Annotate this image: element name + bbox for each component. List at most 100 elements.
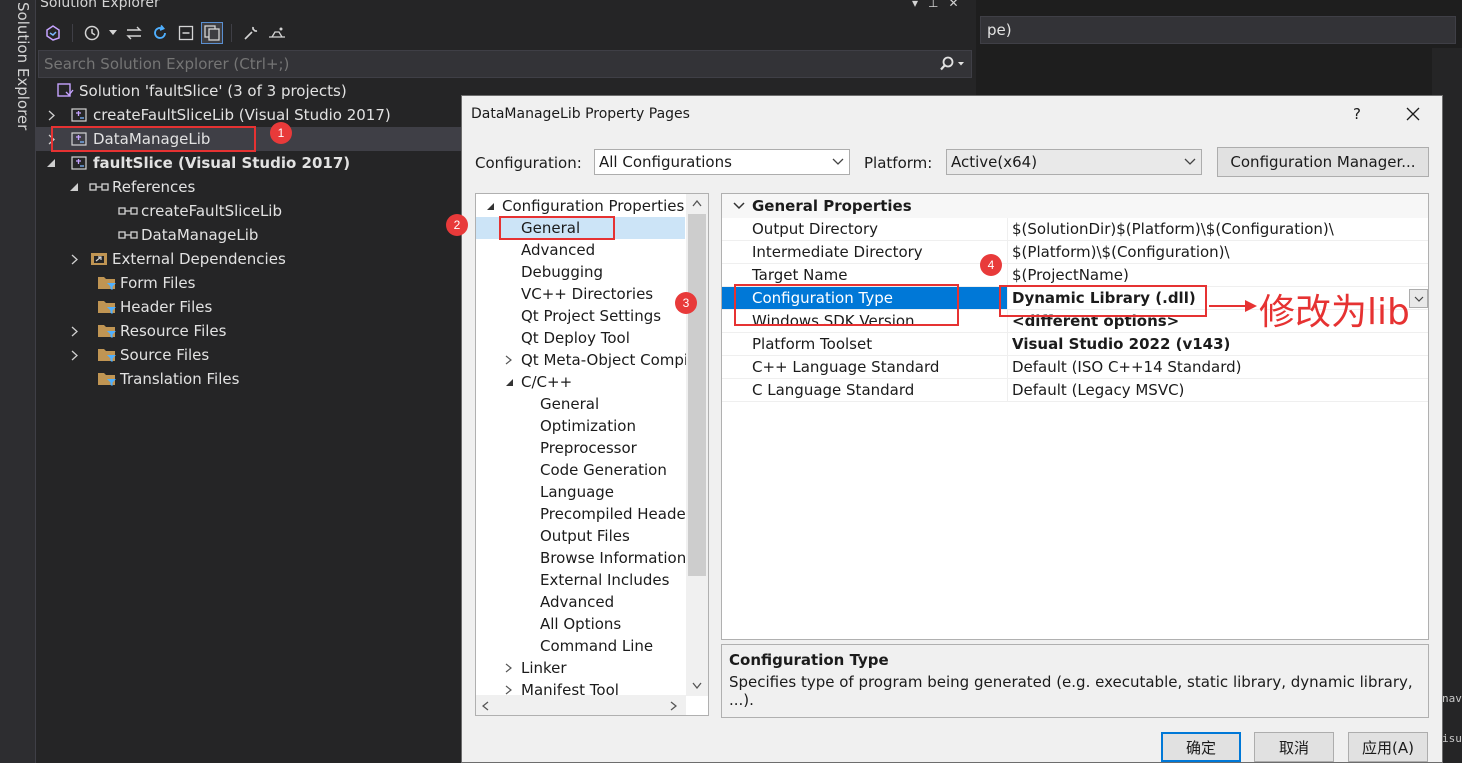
solution-explorer-vertical-tab[interactable]: Solution Explorer <box>0 0 36 763</box>
close-icon[interactable]: ✕ <box>948 0 958 10</box>
expand-arrow-icon[interactable] <box>505 685 521 695</box>
configuration-select[interactable]: All Configurations <box>594 149 850 175</box>
collapse-arrow-icon[interactable] <box>486 202 502 211</box>
nav-item-optimization[interactable]: Optimization <box>540 415 636 437</box>
pending-changes-button[interactable] <box>81 22 103 44</box>
nav-item-external-includes[interactable]: External Includes <box>540 569 669 591</box>
ok-button[interactable]: 确定 <box>1161 732 1241 762</box>
platform-select[interactable]: Active(x64) <box>946 149 1202 175</box>
expand-arrow-icon[interactable] <box>67 324 81 338</box>
chevron-down-icon[interactable] <box>732 201 746 211</box>
pin-icon[interactable]: ⊥ <box>928 0 938 10</box>
collapse-arrow-icon[interactable] <box>505 378 521 387</box>
expand-arrow-icon[interactable] <box>67 348 81 362</box>
nav-item-label: Command Line <box>540 637 654 655</box>
reference-icon <box>118 202 138 220</box>
nav-item-output-files[interactable]: Output Files <box>540 525 630 547</box>
annotation-box <box>999 285 1207 317</box>
sync-active-document-button[interactable] <box>123 22 145 44</box>
nav-item-advanced[interactable]: Advanced <box>521 239 595 261</box>
apply-button[interactable]: 应用(A) <box>1348 732 1428 762</box>
configuration-manager-button[interactable]: Configuration Manager... <box>1217 147 1429 177</box>
expand-arrow-icon[interactable] <box>505 355 521 365</box>
properties-button[interactable] <box>240 22 262 44</box>
expand-arrow-icon[interactable] <box>44 108 58 122</box>
nav-item-qt-project-settings[interactable]: Qt Project Settings <box>521 305 661 327</box>
configuration-value: All Configurations <box>599 153 732 171</box>
preview-selected-items-button[interactable] <box>266 22 288 44</box>
description-title: Configuration Type <box>729 651 889 669</box>
property-row[interactable]: Intermediate Directory $(Platform)\$(Con… <box>722 241 1428 264</box>
dropdown-icon[interactable]: ▾ <box>912 0 918 10</box>
scroll-right-icon[interactable] <box>670 701 677 711</box>
property-row[interactable]: Output Directory $(SolutionDir)$(Platfor… <box>722 218 1428 241</box>
filter-folder-icon <box>97 346 117 364</box>
nav-item-debugging[interactable]: Debugging <box>521 261 603 283</box>
nav-item-label: C/C++ <box>521 373 573 391</box>
vs-switch-icon <box>46 25 60 41</box>
nav-item-preprocessor[interactable]: Preprocessor <box>540 437 637 459</box>
collapse-all-button[interactable] <box>175 22 197 44</box>
search-input[interactable] <box>39 55 933 73</box>
nav-item-language[interactable]: Language <box>540 481 614 503</box>
refresh-icon <box>154 24 166 39</box>
property-row[interactable]: C++ Language Standard Default (ISO C++14… <box>722 356 1428 379</box>
chevron-down-icon <box>831 154 845 170</box>
property-value[interactable]: $(SolutionDir)$(Platform)\$(Configuratio… <box>1008 218 1428 240</box>
filter-folder-icon <box>97 322 117 340</box>
chevron-down-icon <box>109 30 117 35</box>
tree-item-label: createFaultSliceLib <box>141 202 282 220</box>
property-row[interactable]: Platform Toolset Visual Studio 2022 (v14… <box>722 333 1428 356</box>
nav-item-browse-information[interactable]: Browse Information <box>540 547 686 569</box>
nav-item-qt-deploy-tool[interactable]: Qt Deploy Tool <box>521 327 630 349</box>
vertical-scrollbar[interactable] <box>686 194 708 696</box>
expand-arrow-icon[interactable] <box>67 252 81 266</box>
property-value[interactable]: $(Platform)\$(Configuration)\ <box>1008 241 1428 263</box>
editor-combo[interactable]: pe) <box>980 16 1456 44</box>
nav-item-cpp[interactable]: C/C++ <box>505 371 572 393</box>
nav-item-vc-directories[interactable]: VC++ Directories <box>521 283 653 305</box>
search-options-button[interactable] <box>933 51 971 77</box>
solution-explorer-search[interactable] <box>38 50 972 78</box>
nav-item-command-line[interactable]: Command Line <box>540 635 653 657</box>
preview-icon <box>269 27 285 38</box>
property-dropdown-button[interactable] <box>1409 289 1428 308</box>
refresh-button[interactable] <box>149 22 171 44</box>
dialog-title: DataManageLib Property Pages <box>471 106 690 122</box>
nav-item-precompiled-headers[interactable]: Precompiled Heade <box>540 503 686 525</box>
collapse-arrow-icon[interactable] <box>44 156 58 170</box>
switch-views-button[interactable] <box>42 22 64 44</box>
nav-item-configuration-properties[interactable]: Configuration Properties <box>476 195 684 217</box>
tree-item-label: DataManageLib <box>141 226 259 244</box>
nav-item-code-generation[interactable]: Code Generation <box>540 459 667 481</box>
nav-item-cpp-general[interactable]: General <box>540 393 599 415</box>
scrollbar-thumb[interactable] <box>688 214 706 576</box>
nav-item-cpp-advanced[interactable]: Advanced <box>540 591 614 613</box>
scroll-down-icon[interactable] <box>692 682 702 689</box>
help-button[interactable]: ? <box>1342 103 1372 125</box>
cancel-button[interactable]: 取消 <box>1254 732 1334 762</box>
solution-icon <box>56 82 76 100</box>
property-value[interactable]: Default (Legacy MSVC) <box>1008 379 1428 401</box>
history-dropdown-button[interactable] <box>107 22 119 44</box>
expand-arrow-icon[interactable] <box>505 663 521 673</box>
property-value[interactable]: Default (ISO C++14 Standard) <box>1008 356 1428 378</box>
annotation-step-badge: 2 <box>446 214 468 236</box>
horizontal-scrollbar[interactable] <box>476 695 686 715</box>
nav-item-all-options[interactable]: All Options <box>540 613 621 635</box>
scroll-left-icon[interactable] <box>482 701 489 711</box>
property-name: Output Directory <box>722 218 1008 240</box>
property-row[interactable]: C Language Standard Default (Legacy MSVC… <box>722 379 1428 402</box>
scroll-up-icon[interactable] <box>692 200 702 207</box>
close-button[interactable] <box>1398 102 1428 126</box>
nav-item-label: Precompiled Heade <box>540 505 686 523</box>
collapse-arrow-icon[interactable] <box>67 180 81 194</box>
editor-text-fragment: isu <box>1442 732 1462 745</box>
platform-value: Active(x64) <box>951 153 1038 171</box>
property-value[interactable]: Visual Studio 2022 (v143) <box>1008 333 1428 355</box>
nav-item-linker[interactable]: Linker <box>505 657 567 679</box>
show-all-files-button[interactable] <box>201 22 223 44</box>
filter-folder-icon <box>97 274 117 292</box>
nav-item-qt-meta-object-compiler[interactable]: Qt Meta-Object Compi <box>505 349 688 371</box>
grid-section-header[interactable]: General Properties <box>722 194 1428 218</box>
